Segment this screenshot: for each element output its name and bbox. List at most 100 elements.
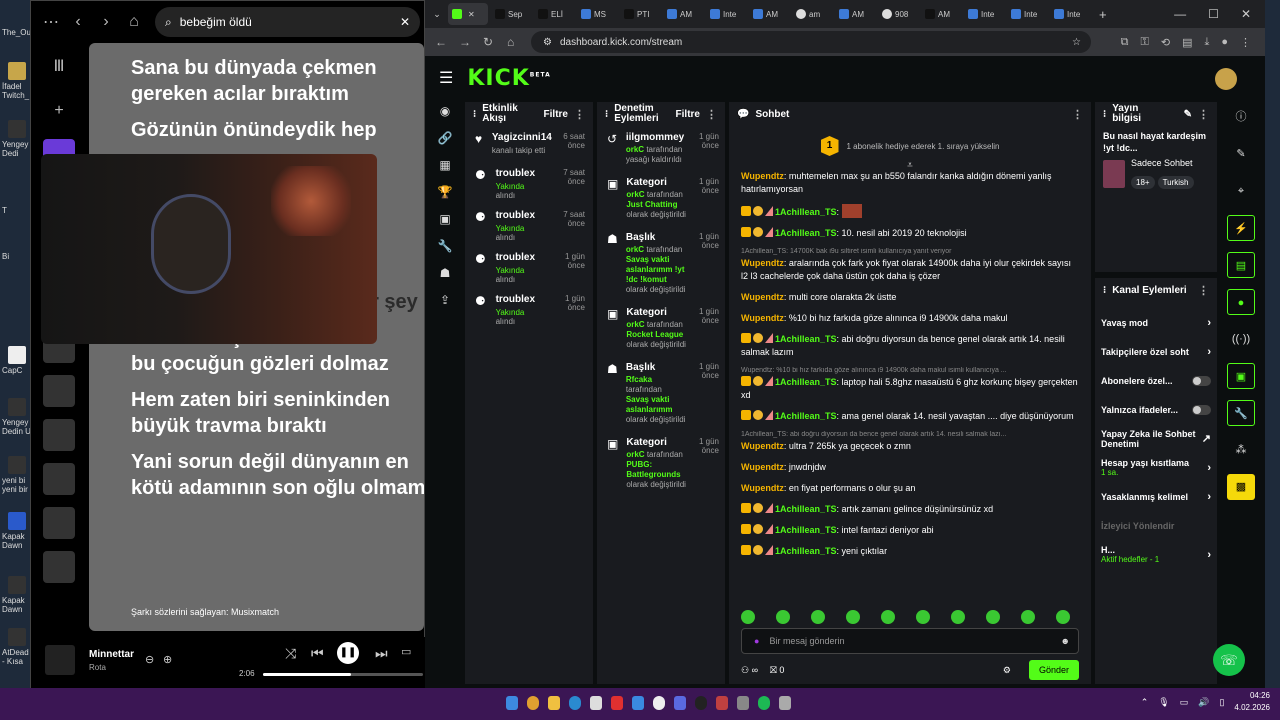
mod-action-target[interactable]: Başlık (626, 362, 686, 373)
reply-reference[interactable]: Wupendtz: %10 bi hız farkıda göze alının… (741, 367, 1079, 374)
playlist-thumb[interactable] (43, 551, 75, 583)
chat-message[interactable]: Wupendtz: muhtemelen max şu an b550 fala… (741, 170, 1079, 196)
pinned-toggle-icon[interactable]: ⩡ (729, 160, 1091, 171)
tab[interactable]: AM (749, 3, 789, 25)
activity-user[interactable]: Yagizcinni14 (492, 132, 552, 143)
channel-action-item[interactable]: Yavaş mod › (1095, 308, 1217, 337)
reply-reference[interactable]: 1Achillean_TS: 14700K bak i9u siltiret i… (741, 248, 1079, 255)
forward-icon[interactable]: → (459, 35, 471, 49)
activity-user[interactable]: troublex (496, 210, 541, 221)
chat-identity-icon[interactable]: ● (754, 636, 759, 646)
pencil-icon[interactable]: ✎ (1227, 141, 1255, 167)
reload-icon[interactable]: ↻ (483, 35, 495, 49)
chat-message[interactable]: Wupendtz: jnwdnjdw (741, 461, 1079, 474)
more-icon[interactable]: ⋮ (1072, 108, 1083, 121)
moderator-name[interactable]: orkC (626, 190, 644, 199)
album-art[interactable] (45, 645, 75, 675)
drag-handle-icon[interactable]: ⁝ (605, 109, 608, 120)
category-name[interactable]: Sadece Sohbet (1131, 158, 1197, 168)
remove-icon[interactable]: ⊖ (145, 653, 154, 666)
chat-username[interactable]: Wupendtz (741, 483, 784, 493)
network-icon[interactable]: ▭ (1180, 697, 1189, 708)
channel-action-item[interactable]: Yapay Zeka ile Sohbet Denetimi ↗ (1095, 424, 1217, 453)
emoji-icon[interactable]: ☻ (1061, 636, 1078, 646)
channel-action-item[interactable]: Abonelere özel... (1095, 366, 1217, 395)
pause-button[interactable]: ❚❚ (337, 642, 359, 664)
video-icon[interactable]: ▣ (433, 212, 457, 230)
next-icon[interactable]: ⏭ (375, 645, 388, 662)
notes-icon[interactable]: ▤ (1227, 252, 1255, 278)
lyric-line[interactable]: kötü adamının son oğlu olmam (131, 475, 424, 501)
moderator-name[interactable]: orkC (626, 245, 644, 254)
tab[interactable]: ELİ (534, 3, 574, 25)
chat-message[interactable]: Wupendtz: aralarında çok fark yok fiyat … (741, 257, 1079, 283)
moderator-name[interactable]: Rfcaka (626, 375, 652, 384)
playlist-thumb[interactable] (43, 375, 75, 407)
tab[interactable]: Inte (1050, 3, 1090, 25)
settings-icon[interactable] (737, 696, 749, 710)
spotify-search-input[interactable]: ⌕ bebeğim öldü ✕ (155, 7, 420, 37)
start-icon[interactable] (506, 696, 518, 710)
moderator-name[interactable]: orkC (626, 320, 644, 329)
drag-handle-icon[interactable]: ⁝ (1103, 109, 1106, 120)
channel-action-item[interactable]: Takipçilere özel soht › (1095, 337, 1217, 366)
share-icon[interactable]: ⁂ (1227, 437, 1255, 463)
tab[interactable]: Inte (964, 3, 1004, 25)
chat-message[interactable]: Wupendtz: multi core olarakta 2k üstte (741, 291, 1079, 304)
sidepanel-icon[interactable]: ▤ (1182, 36, 1192, 49)
chrome-menu-icon[interactable]: ⋮ (1240, 36, 1251, 49)
add-icon[interactable]: + (43, 95, 75, 127)
more-options-icon[interactable]: ⋯ (43, 12, 59, 32)
chat-message[interactable]: 1Achillean_TS: abi doğru diyorsun da ben… (741, 333, 1079, 359)
support-button[interactable]: ☏ (1213, 644, 1245, 676)
more-icon[interactable]: ⋮ (1198, 108, 1209, 121)
add-icon[interactable]: ⊕ (163, 653, 172, 666)
mod-action-target[interactable]: Kategori (626, 437, 686, 448)
obs-icon[interactable] (695, 696, 707, 710)
emote[interactable] (811, 610, 825, 624)
emote[interactable] (776, 610, 790, 624)
points-icon[interactable]: ⚇ ∞ (741, 665, 758, 676)
layout-icon[interactable]: ▣ (1227, 363, 1255, 389)
desktop-icon[interactable]: AtDead - Kısa (2, 628, 32, 666)
app-icon[interactable] (653, 696, 665, 710)
moderator-name[interactable]: orkC (626, 450, 644, 459)
drag-handle-icon[interactable]: ⁝ (473, 109, 476, 120)
emote[interactable] (951, 610, 965, 624)
emote[interactable] (846, 610, 860, 624)
activity-user[interactable]: troublex (496, 252, 541, 263)
desktop-icon[interactable]: T (2, 206, 32, 215)
new-tab-icon[interactable]: + (1099, 7, 1107, 22)
chat-settings-icon[interactable]: ⚙ (1003, 665, 1011, 676)
chevron-up-icon[interactable]: ⌃ (1141, 697, 1149, 708)
close-window-icon[interactable]: ✕ (1241, 7, 1251, 21)
tab[interactable]: Inte (1007, 3, 1047, 25)
emote[interactable] (741, 610, 755, 624)
chat-username[interactable]: Wupendtz (741, 462, 784, 472)
community-icon[interactable]: ☗ (433, 266, 457, 284)
activity-item[interactable]: ⚈ troublex Yakında alındı 1 gün önce (465, 288, 593, 330)
lyric-line[interactable]: Gözünün önündeydik hep (131, 117, 424, 143)
emote[interactable] (986, 610, 1000, 624)
activity-user[interactable]: troublex (496, 294, 541, 305)
mod-action-target[interactable]: Kategori (626, 177, 686, 188)
wrench-icon[interactable]: 🔧 (433, 239, 457, 257)
clock[interactable]: 04:26 4.02.2026 (1234, 690, 1270, 714)
kick-logo[interactable]: KICKBETA (467, 66, 550, 91)
forward-icon[interactable]: › (99, 13, 113, 31)
downloads-icon[interactable]: ⤓ (1204, 36, 1209, 49)
tools-icon[interactable]: 🔧 (1227, 400, 1255, 426)
filter-button[interactable]: Filtre (676, 109, 700, 120)
chat-message[interactable]: 1Achillean_TS: (741, 204, 1079, 219)
explorer-icon[interactable] (548, 696, 560, 710)
mod-action-item[interactable]: ↺ iilgmommey orkC tarafından yasağı kaldır… (597, 126, 725, 171)
channel-action-item[interactable]: Yalnızca ifadeler... (1095, 395, 1217, 424)
repeat-icon[interactable]: ▭ (401, 645, 411, 658)
store-icon[interactable] (590, 696, 602, 710)
youtube-icon[interactable] (611, 696, 623, 710)
mod-action-item[interactable]: ▣ Kategori orkC tarafından Rocket League o… (597, 301, 725, 356)
toggle-switch[interactable] (1192, 375, 1211, 386)
lyric-line[interactable]: bu çocuğun gözleri dolmaz (131, 351, 424, 377)
mod-action-item[interactable]: ☗ Başlık Rfcaka tarafından Savaş vakti asl… (597, 356, 725, 431)
drag-handle-icon[interactable]: ⁝ (1103, 285, 1106, 296)
